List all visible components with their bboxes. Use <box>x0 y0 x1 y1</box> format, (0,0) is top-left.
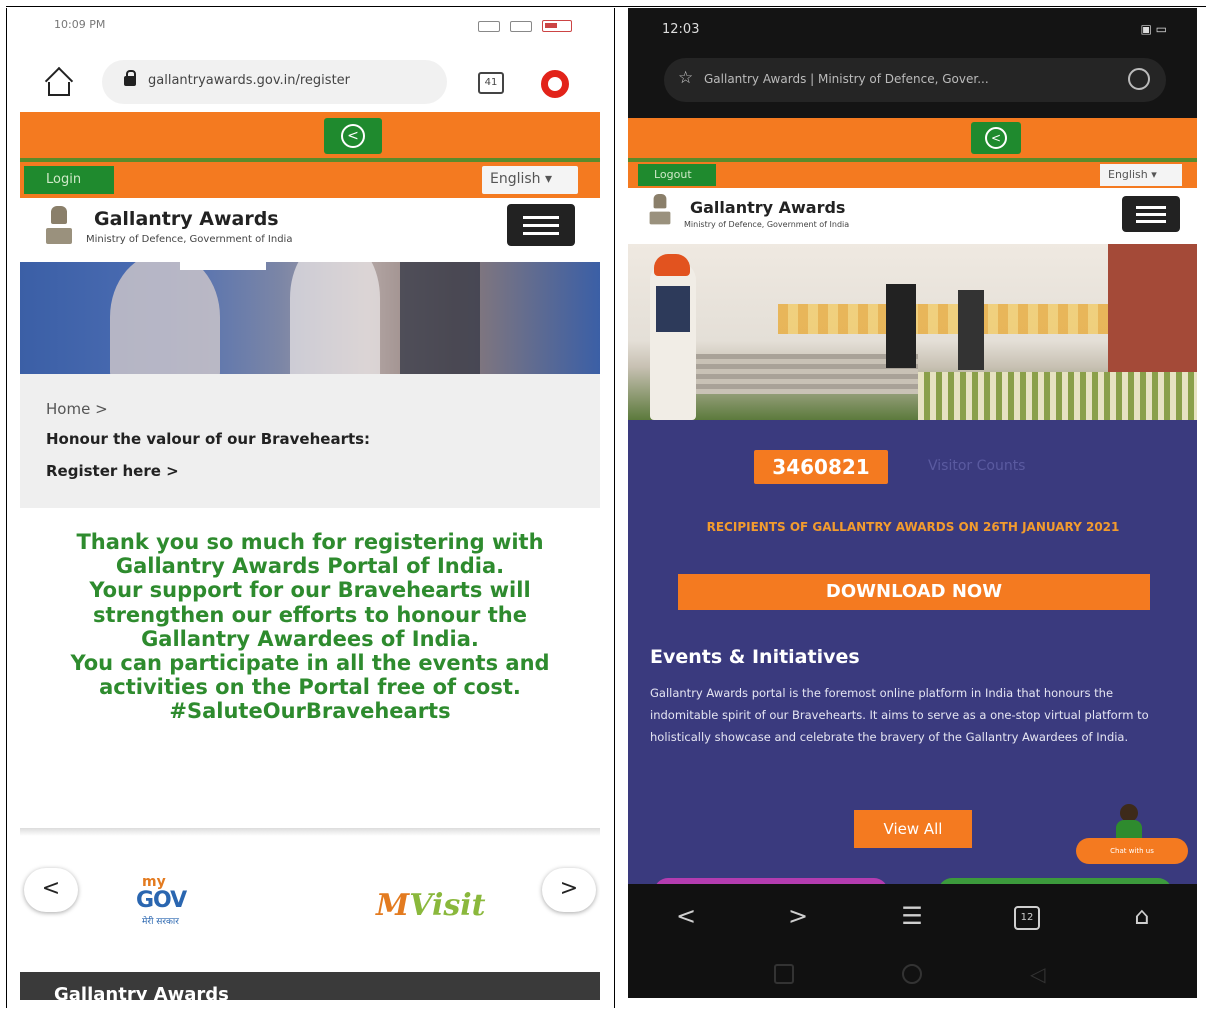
home-icon[interactable]: ⌂ <box>1122 902 1162 930</box>
signal-icon <box>510 20 532 32</box>
myvisit-logo-text: Visit <box>409 888 486 923</box>
login-button[interactable]: Login <box>24 166 114 194</box>
lock-icon <box>124 70 136 86</box>
events-description: Gallantry Awards portal is the foremost … <box>650 686 1149 744</box>
hero-banner <box>20 262 600 374</box>
hamburger-icon <box>1136 206 1166 209</box>
browser-toolbar: gallantryawards.gov.in/register 41 <box>20 46 600 112</box>
language-select[interactable]: English ▾ <box>482 166 578 194</box>
site-header: Gallantry Awards Ministry of Defence, Go… <box>628 188 1197 244</box>
system-back-icon[interactable]: ◁ <box>1030 964 1050 984</box>
site-title[interactable]: Gallantry Awards <box>690 198 845 217</box>
status-time: 12:03 <box>662 22 700 37</box>
right-phone-screen: 12:03 ▣ ▭ ☆ Gallantry Awards | Ministry … <box>628 8 1197 998</box>
site-subtitle: Ministry of Defence, Government of India <box>86 234 293 245</box>
thanks-line-2: Your support for our Bravehearts will st… <box>89 578 531 651</box>
logout-button[interactable]: Logout <box>638 164 716 186</box>
breadcrumb: Home > Honour the valour of our Bravehea… <box>20 374 600 508</box>
thanks-hashtag: #SaluteOurBravehearts <box>169 699 451 724</box>
hamburger-icon <box>523 216 559 219</box>
top-band <box>628 118 1197 158</box>
url-text: gallantryawards.gov.in/register <box>148 73 351 88</box>
system-home-icon[interactable] <box>902 964 922 984</box>
forward-icon[interactable]: > <box>778 902 818 930</box>
site-subtitle: Ministry of Defence, Government of India <box>684 220 850 229</box>
download-button[interactable]: DOWNLOAD NOW <box>678 574 1150 610</box>
breadcrumb-register[interactable]: Register here > <box>46 462 179 480</box>
myvisit-logo[interactable]: MVisit <box>376 888 486 923</box>
language-select[interactable]: English ▾ <box>1100 164 1182 186</box>
top-band <box>20 112 600 158</box>
breadcrumb-title: Honour the valour of our Bravehearts: <box>46 430 371 448</box>
status-icons <box>478 20 572 32</box>
star-icon[interactable]: ☆ <box>678 68 693 88</box>
border-middle <box>614 8 615 1008</box>
tabs-icon[interactable]: 12 <box>1014 906 1040 930</box>
thanks-line-1: Thank you so much for registering with G… <box>76 530 544 579</box>
back-icon[interactable]: < <box>666 902 706 930</box>
breadcrumb-home[interactable]: Home > <box>46 400 108 418</box>
status-bar: 10:09 PM <box>20 8 600 46</box>
left-phone-screen: 10:09 PM gallantryawards.gov.in/register… <box>20 8 600 1000</box>
opera-icon[interactable] <box>541 70 569 98</box>
share-button[interactable]: < <box>971 122 1021 154</box>
menu-button[interactable] <box>1122 196 1180 232</box>
share-button[interactable]: < <box>324 118 382 154</box>
address-bar[interactable]: ☆ Gallantry Awards | Ministry of Defence… <box>664 58 1166 102</box>
visitor-counter: 3460821 <box>754 450 888 484</box>
hero-banner <box>628 244 1197 420</box>
battery-icon <box>542 20 572 32</box>
recipients-link[interactable]: RECIPIENTS OF GALLANTRY AWARDS ON 26TH J… <box>668 514 1158 541</box>
browser-nav-bar: < > ☰ 12 ⌂ ◁ <box>628 884 1197 998</box>
thank-you-message: Thank you so much for registering with G… <box>50 530 570 724</box>
myvisit-logo-m: M <box>376 888 410 923</box>
border-left <box>6 8 7 1008</box>
status-icons: ▣ ▭ <box>1140 22 1168 36</box>
recents-icon[interactable] <box>774 964 794 984</box>
share-icon: < <box>985 127 1007 149</box>
site-title[interactable]: Gallantry Awards <box>94 208 279 230</box>
events-heading: Events & Initiatives <box>650 646 860 668</box>
visitor-counter-label: Visitor Counts <box>928 458 1026 474</box>
menu-icon[interactable]: ☰ <box>892 902 932 930</box>
border-top <box>6 6 1206 7</box>
site-header: Gallantry Awards Ministry of Defence, Go… <box>20 198 600 262</box>
section-divider <box>20 828 600 836</box>
mygov-logo[interactable]: my GOV मेरी सरकार <box>136 874 216 934</box>
view-all-button[interactable]: View All <box>854 810 972 848</box>
page-title: Gallantry Awards | Ministry of Defence, … <box>704 72 989 86</box>
mygov-logo-main: GOV <box>136 888 187 913</box>
carousel-prev-button[interactable]: < <box>24 868 78 912</box>
share-icon: < <box>341 124 365 148</box>
screenshot-frame: 10:09 PM gallantryawards.gov.in/register… <box>0 0 1209 1009</box>
address-bar[interactable]: gallantryawards.gov.in/register <box>102 60 447 104</box>
menu-button[interactable] <box>507 204 575 246</box>
tabs-icon[interactable]: 41 <box>478 72 504 94</box>
refresh-icon[interactable] <box>1128 68 1150 90</box>
sim-icon <box>478 20 500 32</box>
footer-title: Gallantry Awards <box>54 984 229 1000</box>
chat-mascot-label: Chat with us <box>1076 838 1188 864</box>
thanks-line-3: You can participate in all the events an… <box>70 651 550 700</box>
home-icon[interactable] <box>44 72 72 96</box>
footer: Gallantry Awards <box>20 972 600 1000</box>
main-content: 3460821 Visitor Counts RECIPIENTS OF GAL… <box>628 420 1197 908</box>
status-time: 10:09 PM <box>54 18 106 31</box>
carousel-next-button[interactable]: > <box>542 868 596 912</box>
chat-mascot[interactable]: Chat with us <box>1076 804 1188 864</box>
emblem-icon <box>44 206 74 250</box>
mygov-logo-hindi: मेरी सरकार <box>142 917 179 927</box>
emblem-icon <box>648 194 672 229</box>
